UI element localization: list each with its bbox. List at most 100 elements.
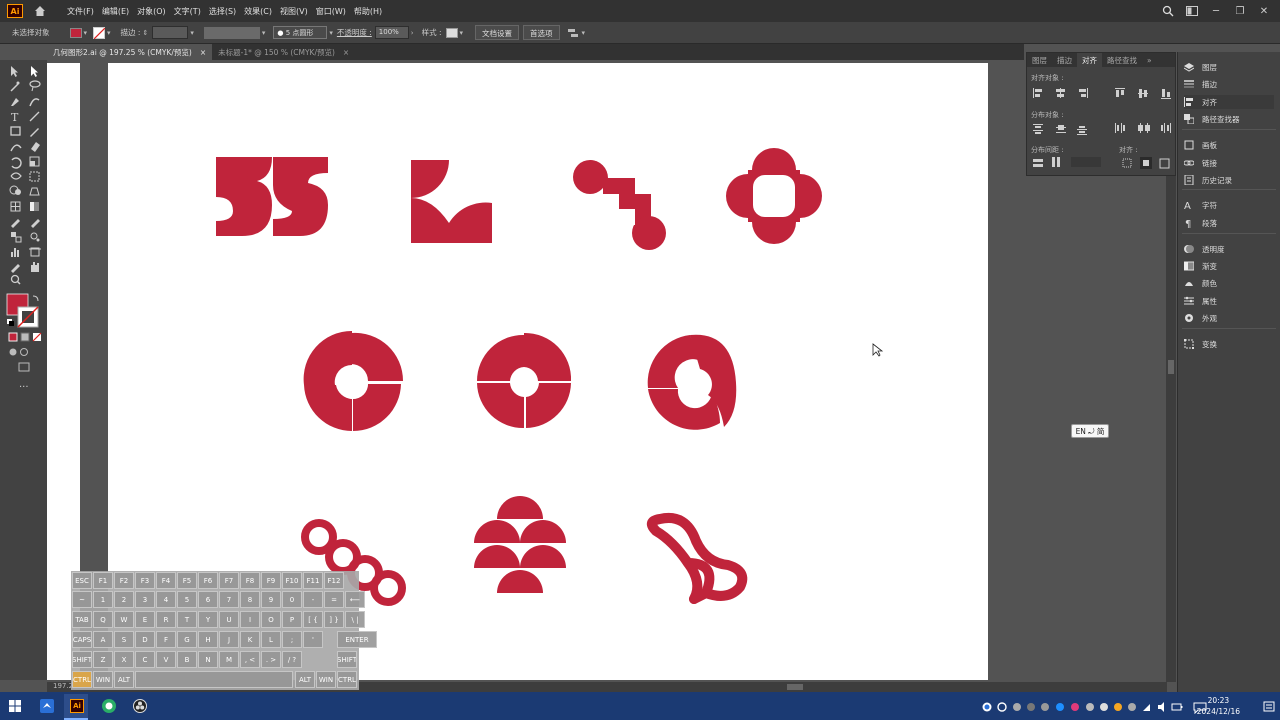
distribute-v-center-icon[interactable] bbox=[1056, 125, 1066, 133]
tray-app-icon[interactable] bbox=[1013, 703, 1021, 711]
panel-expand-icon[interactable]: » bbox=[1142, 56, 1157, 65]
align-v-center-icon[interactable] bbox=[1138, 89, 1148, 98]
tray-app-icon[interactable] bbox=[1041, 703, 1049, 711]
chevron-right-icon[interactable]: › bbox=[411, 29, 414, 37]
dock-item-history[interactable]: 历史记录 bbox=[1184, 173, 1232, 187]
keyboard-key[interactable]: 8 bbox=[240, 591, 260, 608]
keyboard-key[interactable]: ALT bbox=[114, 671, 134, 688]
keyboard-key[interactable]: R bbox=[156, 611, 176, 628]
keyboard-key[interactable]: ENTER bbox=[337, 631, 377, 648]
stroke-color-box[interactable] bbox=[17, 306, 39, 328]
chevron-down-icon[interactable]: ▾ bbox=[107, 29, 111, 37]
close-icon[interactable]: × bbox=[200, 48, 206, 57]
keyboard-key[interactable]: F5 bbox=[177, 572, 197, 589]
tray-app-icon[interactable] bbox=[1027, 703, 1035, 711]
keyboard-key[interactable]: F7 bbox=[219, 572, 239, 589]
illustrator-taskbar-icon[interactable]: Ai bbox=[70, 699, 84, 713]
keyboard-key[interactable]: CTRL bbox=[72, 671, 92, 688]
distribute-v-space-icon[interactable] bbox=[1033, 159, 1043, 167]
tab-stroke[interactable]: 描边 bbox=[1052, 55, 1077, 66]
chevron-down-icon[interactable]: ▾ bbox=[329, 29, 333, 37]
keyboard-key[interactable]: - bbox=[303, 591, 323, 608]
tray-app-icon[interactable] bbox=[1114, 703, 1122, 711]
spacing-field[interactable] bbox=[1071, 157, 1101, 167]
keyboard-key[interactable]: Y bbox=[198, 611, 218, 628]
keyboard-key[interactable]: TAB bbox=[72, 611, 92, 628]
keyboard-key[interactable]: F12 bbox=[324, 572, 344, 589]
default-colors-icon[interactable] bbox=[7, 319, 14, 326]
lasso-tool-icon[interactable] bbox=[29, 80, 41, 92]
keyboard-key[interactable]: W bbox=[114, 611, 134, 628]
keyboard-key[interactable]: V bbox=[156, 651, 176, 668]
color-mode-icon[interactable] bbox=[8, 332, 18, 342]
logo-shape-l[interactable] bbox=[411, 160, 492, 243]
tab-align[interactable]: 对齐 bbox=[1077, 53, 1102, 67]
align-to-artboard-icon[interactable] bbox=[1159, 158, 1170, 169]
preferences-button[interactable]: 首选项 bbox=[523, 25, 560, 40]
graphic-style-swatch[interactable] bbox=[445, 27, 458, 38]
keyboard-key[interactable]: F6 bbox=[198, 572, 218, 589]
tray-app-icon[interactable] bbox=[1128, 703, 1136, 711]
document-setup-button[interactable]: 文档设置 bbox=[475, 25, 520, 40]
paintbrush-tool-icon[interactable] bbox=[30, 128, 39, 137]
keyboard-key[interactable]: K bbox=[240, 631, 260, 648]
type-tool-icon[interactable]: T bbox=[11, 111, 19, 124]
chevron-down-icon[interactable]: ▾ bbox=[262, 29, 266, 37]
keyboard-key[interactable]: U bbox=[219, 611, 239, 628]
distribute-top-icon[interactable] bbox=[1033, 124, 1043, 134]
dock-item-link[interactable]: 链接 bbox=[1184, 156, 1217, 170]
keyboard-key[interactable]: ALT bbox=[295, 671, 315, 688]
tab-layers[interactable]: 图层 bbox=[1027, 55, 1052, 66]
menu-item[interactable]: 选择(S) bbox=[205, 6, 240, 17]
logo-shape-scales[interactable] bbox=[474, 496, 566, 593]
keyboard-key[interactable]: WIN bbox=[93, 671, 113, 688]
keyboard-key[interactable]: F9 bbox=[261, 572, 281, 589]
direct-selection-tool-icon[interactable] bbox=[31, 66, 38, 77]
align-right-icon[interactable] bbox=[1079, 88, 1088, 98]
scale-tool-icon[interactable] bbox=[29, 156, 40, 167]
keyboard-key[interactable]: O bbox=[261, 611, 281, 628]
measure-tool-icon[interactable] bbox=[31, 219, 40, 228]
variable-width-profile[interactable] bbox=[203, 26, 260, 39]
logo-shape-ss[interactable] bbox=[216, 157, 328, 236]
none-mode-icon[interactable] bbox=[32, 332, 42, 342]
distribute-right-icon[interactable] bbox=[1161, 123, 1171, 133]
arrange-icon[interactable] bbox=[567, 28, 580, 38]
brush-definition[interactable]: ● 5 点圆形 bbox=[273, 26, 328, 39]
logo-shape-pinwheel-1[interactable] bbox=[303, 328, 404, 432]
symbol-sprayer-tool-icon[interactable] bbox=[30, 232, 40, 242]
eyedropper-tool-icon[interactable] bbox=[11, 219, 20, 228]
dock-item-color[interactable]: 颜色 bbox=[1184, 276, 1217, 290]
rectangle-tool-icon[interactable] bbox=[10, 126, 21, 136]
keyboard-key[interactable]: C bbox=[135, 651, 155, 668]
obs-icon[interactable] bbox=[133, 699, 147, 713]
mesh-tool-icon[interactable] bbox=[10, 201, 21, 212]
keyboard-key[interactable]: ~ bbox=[72, 591, 92, 608]
ime-indicator[interactable]: EN ⤾ 简 bbox=[1071, 424, 1109, 438]
dock-item-stroke[interactable]: 描边 bbox=[1184, 77, 1217, 91]
keyboard-key[interactable]: X bbox=[114, 651, 134, 668]
close-icon[interactable]: ✕ bbox=[1258, 5, 1270, 17]
dock-item-paragraph[interactable]: ¶ 段落 bbox=[1184, 216, 1217, 230]
dock-item-layers[interactable]: 图层 bbox=[1184, 60, 1217, 74]
keyboard-key[interactable]: ] } bbox=[324, 611, 344, 628]
selection-tool-icon[interactable] bbox=[11, 66, 18, 77]
keyboard-key[interactable]: 1 bbox=[93, 591, 113, 608]
hand-tool-icon[interactable] bbox=[31, 262, 39, 272]
keyboard-key[interactable]: N bbox=[198, 651, 218, 668]
stroke-swatch[interactable] bbox=[93, 26, 106, 39]
taskbar-clock[interactable]: 20:23 2024/12/16 bbox=[1197, 695, 1240, 717]
tray-app-icon[interactable] bbox=[1056, 703, 1064, 711]
keyboard-key[interactable]: = bbox=[324, 591, 344, 608]
tab-document-1[interactable]: 几何图形2.ai @ 197.25 % (CMYK/预览) × bbox=[47, 44, 213, 60]
logo-shape-spiral[interactable] bbox=[647, 334, 737, 430]
rotate-tool-icon[interactable] bbox=[11, 157, 22, 169]
perspective-grid-tool-icon[interactable] bbox=[29, 187, 40, 196]
volume-icon[interactable] bbox=[1158, 702, 1164, 712]
blend-tool-icon[interactable] bbox=[11, 232, 22, 243]
tray-app-icon[interactable] bbox=[1086, 703, 1094, 711]
screen-mode-icon[interactable] bbox=[18, 362, 30, 372]
dock-item-properties[interactable]: 属性 bbox=[1184, 294, 1217, 308]
close-icon[interactable]: × bbox=[343, 48, 349, 57]
keyboard-key[interactable]: S bbox=[114, 631, 134, 648]
